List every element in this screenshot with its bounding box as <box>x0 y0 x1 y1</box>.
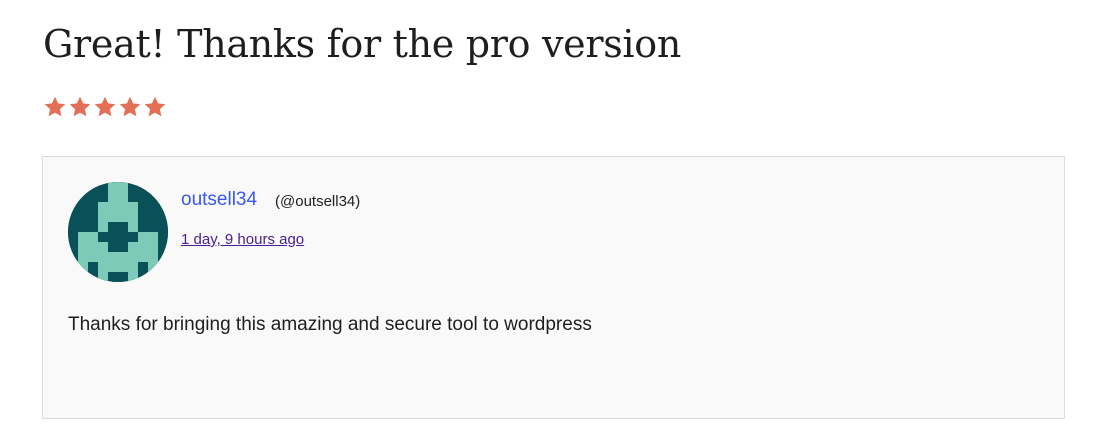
author-handle: (@outsell34) <box>275 193 361 210</box>
star-icon <box>144 96 166 117</box>
review-card: outsell34 (@outsell34) 1 day, 9 hours ag… <box>42 156 1065 419</box>
review-body: Thanks for bringing this amazing and sec… <box>68 314 592 335</box>
author-name-link[interactable]: outsell34 <box>181 188 257 212</box>
star-rating <box>43 95 167 119</box>
review-date-link[interactable]: 1 day, 9 hours ago <box>181 230 304 250</box>
star-icon <box>44 96 66 117</box>
star-icon <box>69 96 91 117</box>
star-icon <box>94 96 116 117</box>
author-avatar[interactable] <box>68 182 168 282</box>
review-page: Great! Thanks for the pro version outsel… <box>0 0 1095 433</box>
star-icon <box>119 96 141 117</box>
review-title: Great! Thanks for the pro version <box>43 22 682 66</box>
identicon-avatar-icon <box>68 182 168 282</box>
